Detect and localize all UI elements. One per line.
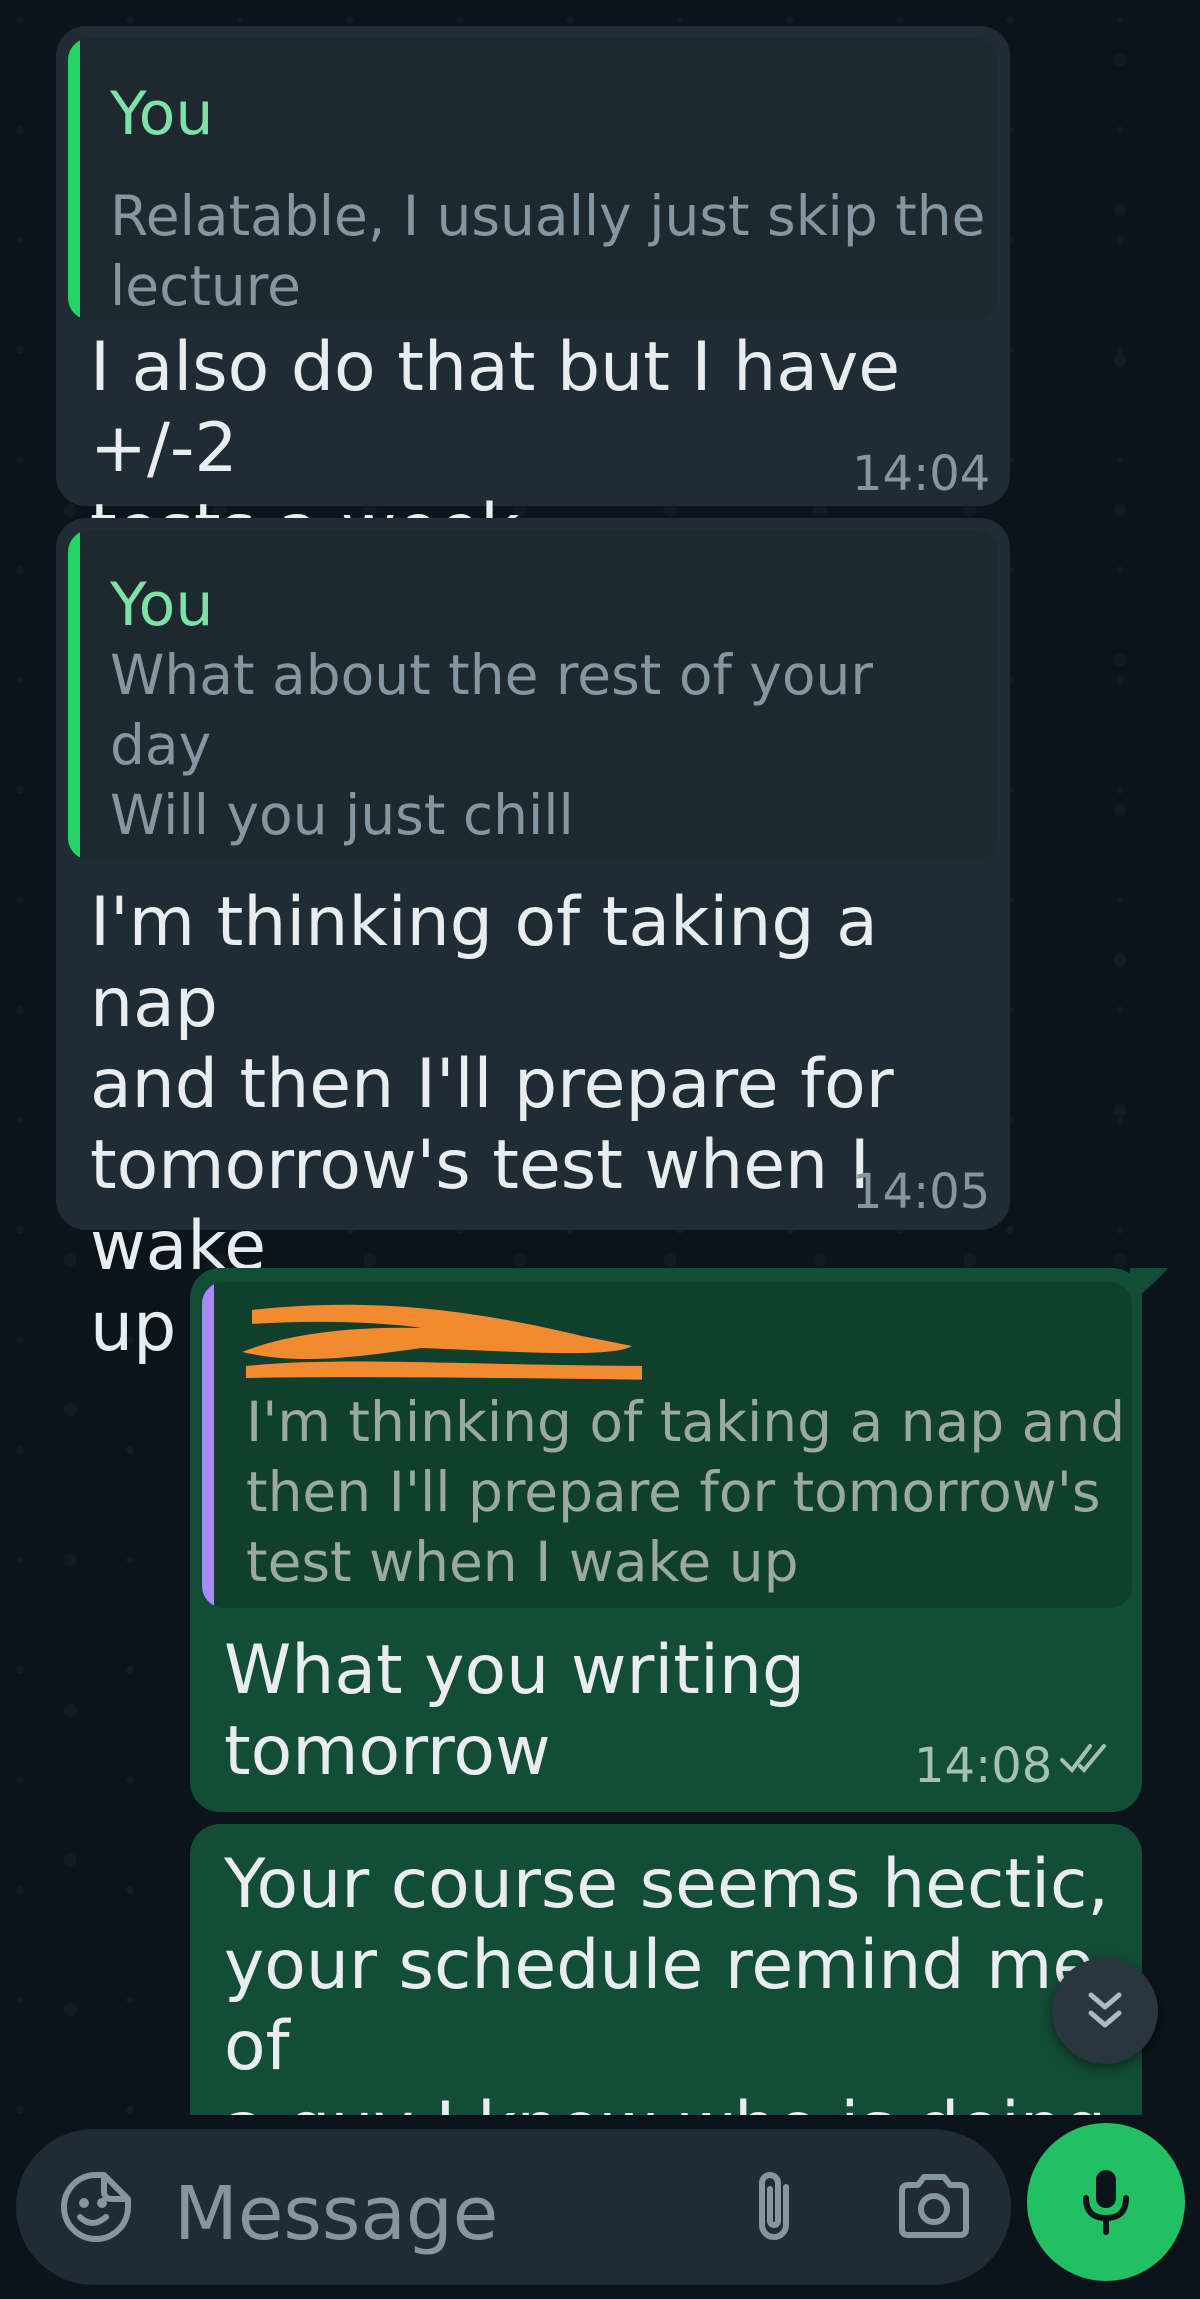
paperclip-icon[interactable]: [746, 2167, 806, 2247]
message-list[interactable]: You Relatable, I usually just skip the l…: [0, 0, 1200, 2115]
quote-author: You: [110, 570, 214, 640]
quote-bar: [68, 38, 80, 320]
quoted-message[interactable]: I'm thinking of taking a nap and then I'…: [202, 1282, 1132, 1608]
message-time: 14:08: [914, 1738, 1053, 1794]
message-composer[interactable]: Message: [16, 2129, 1011, 2285]
quoted-message[interactable]: You Relatable, I usually just skip the l…: [68, 38, 998, 320]
input-bar: Message: [0, 2115, 1200, 2299]
microphone-icon: [1083, 2170, 1129, 2235]
outgoing-message[interactable]: I'm thinking of taking a nap and then I'…: [190, 1268, 1142, 1812]
double-check-icon: [1060, 1744, 1106, 1774]
chevrons-down-icon: [1088, 1992, 1122, 2028]
quote-author: You: [110, 79, 214, 149]
sticker-icon[interactable]: [58, 2169, 134, 2245]
message-text: Your course seems hectic, your schedule …: [224, 1845, 1109, 2115]
quote-text: Relatable, I usually just skip the lectu…: [110, 184, 986, 318]
quote-bar: [68, 530, 80, 860]
outgoing-message[interactable]: Your course seems hectic, your schedule …: [190, 1824, 1142, 2115]
voice-record-button[interactable]: [1027, 2123, 1185, 2281]
incoming-message[interactable]: You What about the rest of your day Will…: [56, 518, 1010, 1367]
redaction-scribble: [242, 1304, 642, 1380]
camera-icon[interactable]: [896, 2171, 972, 2241]
incoming-message[interactable]: You Relatable, I usually just skip the l…: [56, 26, 1010, 569]
quote-bar: [202, 1282, 214, 1608]
quoted-message[interactable]: You What about the rest of your day Will…: [68, 530, 998, 860]
scroll-to-bottom-button[interactable]: [1052, 1958, 1158, 2064]
message-time: 14:05: [852, 1164, 991, 1220]
quote-text: I'm thinking of taking a nap and then I'…: [246, 1390, 1126, 1594]
quote-text: What about the rest of your day Will you…: [110, 643, 874, 847]
message-input[interactable]: Message: [174, 2177, 498, 2251]
message-time: 14:04: [852, 446, 991, 502]
